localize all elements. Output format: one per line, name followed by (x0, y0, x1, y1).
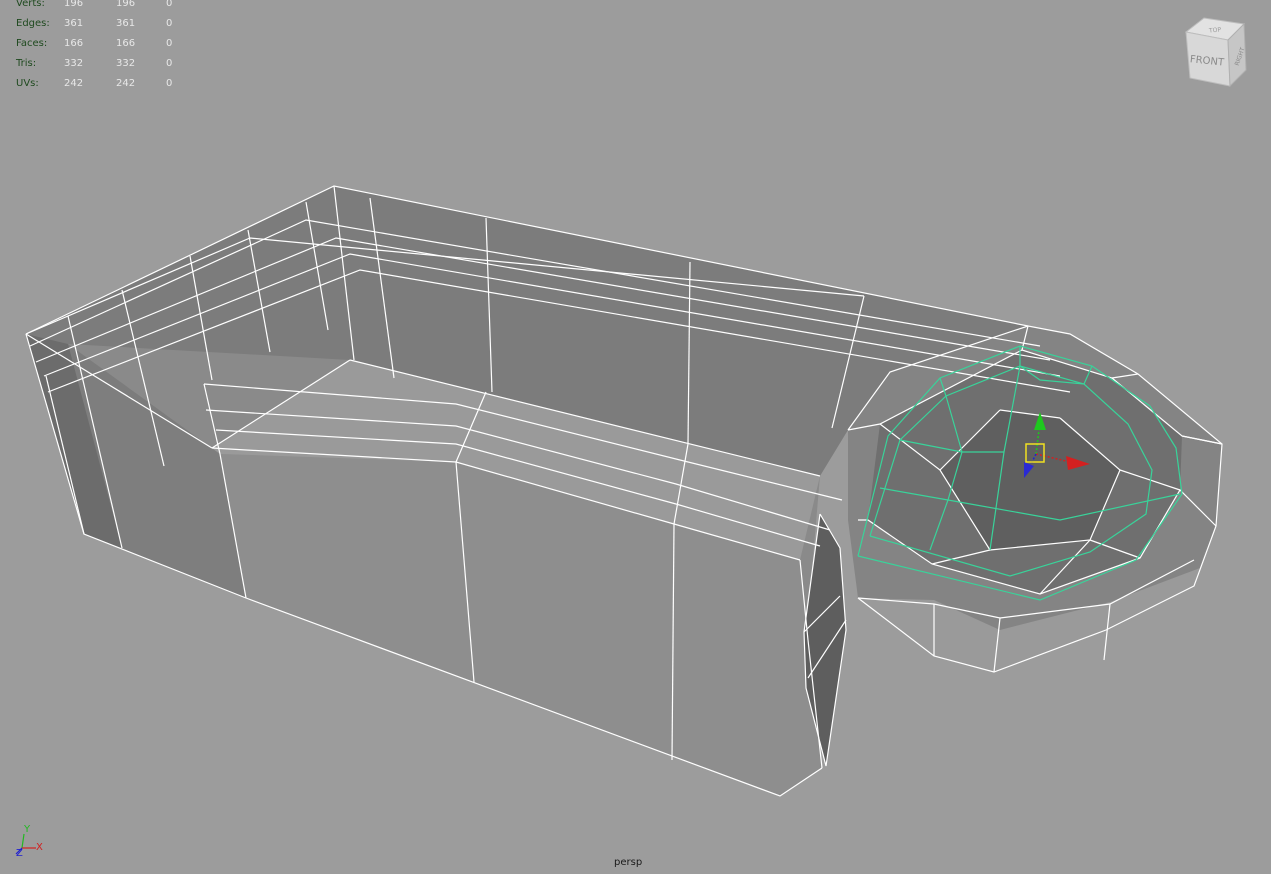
axis-z-label: Z (16, 848, 23, 859)
hud-value: 166 (64, 38, 84, 49)
hud-value: 0 (166, 58, 173, 69)
axis-indicator: Y X Z (12, 824, 52, 864)
hud-value: 196 (64, 0, 84, 9)
hud-value: 0 (166, 38, 173, 49)
hud-value: 242 (64, 78, 84, 89)
hud-value: 332 (116, 58, 136, 69)
mesh-faces (26, 186, 1222, 796)
hud-value: 196 (116, 0, 136, 9)
hud-value: 361 (64, 18, 84, 29)
axis-x-label: X (36, 842, 43, 853)
axis-y-label: Y (24, 824, 31, 835)
hud-value: 242 (116, 78, 136, 89)
view-cube-top-label[interactable]: TOP (1208, 26, 1222, 34)
hud-value: 0 (166, 78, 173, 89)
view-cube[interactable]: FRONT TOP RIGHT (1180, 14, 1250, 94)
hud-value: 0 (166, 0, 173, 9)
hud-value: 332 (64, 58, 84, 69)
viewport-persp[interactable] (0, 0, 1271, 874)
mesh-canvas[interactable] (0, 0, 1271, 874)
camera-name-label: persp (614, 857, 643, 868)
hud-value: 166 (116, 38, 136, 49)
hud-value: 0 (166, 18, 173, 29)
hud-value: 361 (116, 18, 136, 29)
